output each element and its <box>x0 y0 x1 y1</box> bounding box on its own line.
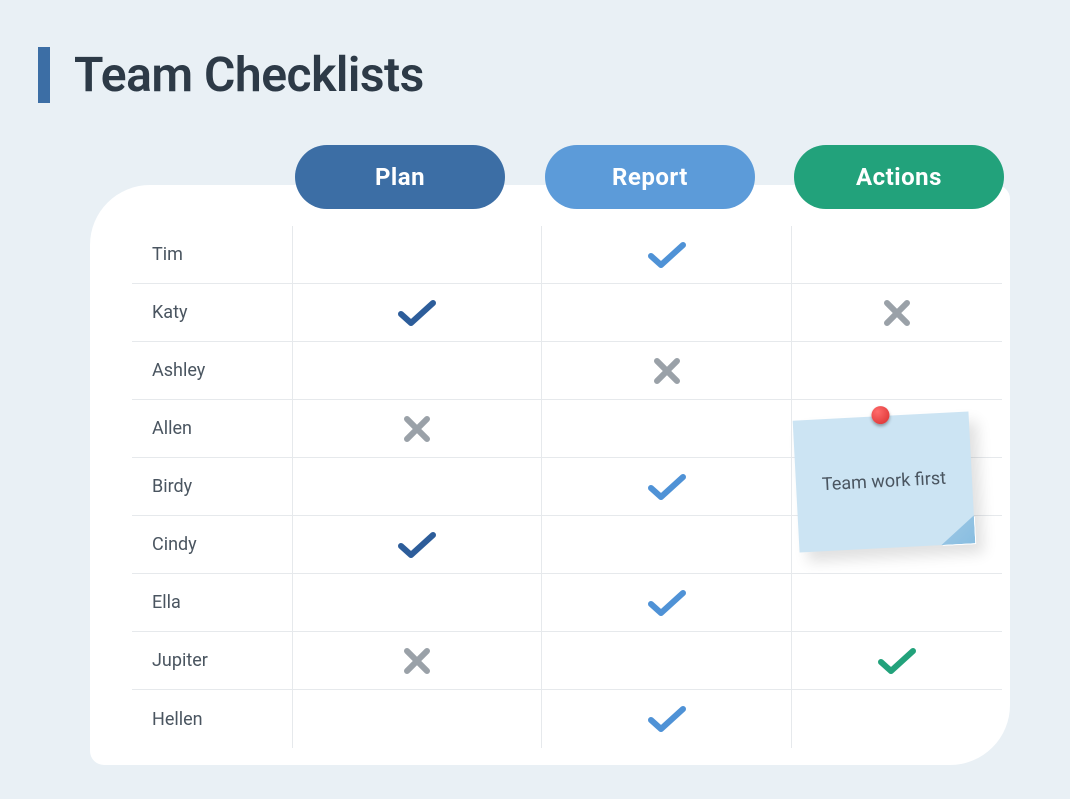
row-name: Allen <box>132 418 292 439</box>
check-icon <box>397 530 437 560</box>
sticky-note: Team work first <box>793 411 976 552</box>
column-header-report-label: Report <box>612 163 688 191</box>
cell-actions <box>792 632 1002 689</box>
table-row: Katy <box>132 284 1002 342</box>
cell-report <box>542 690 792 748</box>
cell-plan <box>292 226 542 283</box>
column-header-report: Report <box>545 145 755 209</box>
row-name: Ella <box>132 592 292 613</box>
check-icon <box>647 472 687 502</box>
row-name: Tim <box>132 244 292 265</box>
check-icon <box>397 298 437 328</box>
table-row: Jupiter <box>132 632 1002 690</box>
cross-icon <box>402 414 432 444</box>
cell-report <box>542 226 792 283</box>
cell-actions <box>792 574 1002 631</box>
cell-plan <box>292 342 542 399</box>
cell-plan <box>292 516 542 573</box>
table-row: Tim <box>132 226 1002 284</box>
cell-report <box>542 458 792 515</box>
cell-actions <box>792 226 1002 283</box>
cell-actions <box>792 690 1002 748</box>
table-row: Hellen <box>132 690 1002 748</box>
check-icon <box>647 588 687 618</box>
table-row: Ashley <box>132 342 1002 400</box>
cross-icon <box>652 356 682 386</box>
cell-actions <box>792 342 1002 399</box>
row-name: Katy <box>132 302 292 323</box>
cell-report <box>542 400 792 457</box>
column-header-plan-label: Plan <box>375 163 425 191</box>
check-icon <box>877 646 917 676</box>
cell-plan <box>292 400 542 457</box>
sticky-note-text: Team work first <box>821 467 946 498</box>
check-icon <box>647 240 687 270</box>
column-header-actions: Actions <box>794 145 1004 209</box>
cell-plan <box>292 574 542 631</box>
cell-plan <box>292 632 542 689</box>
cell-plan <box>292 284 542 341</box>
row-name: Hellen <box>132 709 292 730</box>
title-accent-bar <box>38 47 50 103</box>
row-name: Cindy <box>132 534 292 555</box>
check-icon <box>647 704 687 734</box>
cell-plan <box>292 690 542 748</box>
cell-report <box>542 574 792 631</box>
cross-icon <box>402 646 432 676</box>
column-header-plan: Plan <box>295 145 505 209</box>
cell-plan <box>292 458 542 515</box>
cell-report <box>542 342 792 399</box>
table-row: Ella <box>132 574 1002 632</box>
cell-report <box>542 284 792 341</box>
cell-actions <box>792 284 1002 341</box>
row-name: Birdy <box>132 476 292 497</box>
cell-report <box>542 632 792 689</box>
row-name: Ashley <box>132 360 292 381</box>
page-title: Team Checklists <box>74 46 424 103</box>
column-header-actions-label: Actions <box>856 163 942 191</box>
row-name: Jupiter <box>132 650 292 671</box>
sticky-note-body: Team work first <box>793 411 976 552</box>
cell-report <box>542 516 792 573</box>
cross-icon <box>882 298 912 328</box>
page-title-wrap: Team Checklists <box>38 46 424 103</box>
